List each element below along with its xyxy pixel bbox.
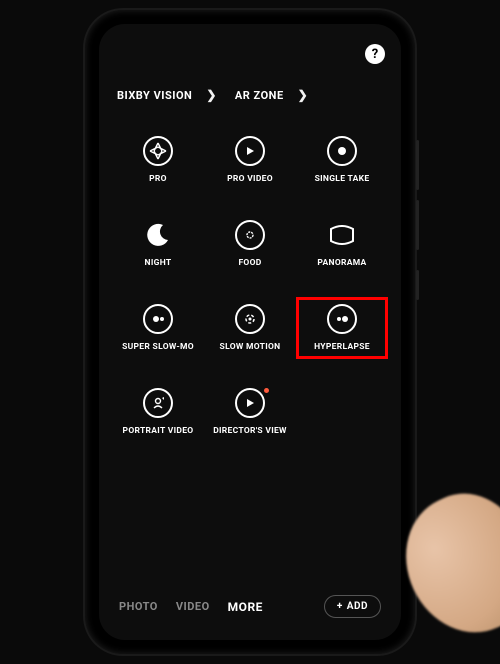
tab-photo[interactable]: PHOTO bbox=[119, 600, 158, 613]
portrait-video-icon bbox=[143, 388, 173, 418]
mode-label: HYPERLAPSE bbox=[314, 342, 370, 352]
mode-portrait-video[interactable]: PORTRAIT VIDEO bbox=[115, 384, 201, 440]
mode-label: PANORAMA bbox=[317, 258, 366, 268]
mode-label: PORTRAIT VIDEO bbox=[123, 426, 194, 436]
mode-label: SINGLE TAKE bbox=[315, 174, 370, 184]
mode-directors-view[interactable]: DIRECTOR'S VIEW bbox=[207, 384, 293, 440]
directors-view-icon bbox=[235, 388, 265, 418]
super-slow-mo-icon bbox=[143, 304, 173, 334]
slow-motion-icon bbox=[235, 304, 265, 334]
bixby-vision-label: BIXBY VISION bbox=[117, 89, 192, 102]
mode-food[interactable]: FOOD bbox=[207, 216, 293, 272]
power-button bbox=[416, 270, 419, 300]
mode-pro[interactable]: PRO bbox=[115, 132, 201, 188]
bixby-vision-button[interactable]: BIXBY VISION ❯ bbox=[117, 88, 217, 102]
mode-hyperlapse[interactable]: HYPERLAPSE bbox=[299, 300, 385, 356]
camera-more-screen: ? BIXBY VISION ❯ AR ZONE ❯ PRO bbox=[99, 24, 401, 640]
plus-icon: + bbox=[337, 601, 343, 612]
help-icon[interactable]: ? bbox=[365, 44, 385, 64]
mode-label: PRO bbox=[149, 174, 167, 184]
tab-more[interactable]: MORE bbox=[228, 600, 263, 614]
mode-grid: PRO PRO VIDEO SINGLE TAKE NIGHT bbox=[113, 132, 387, 440]
mode-slow-motion[interactable]: SLOW MOTION bbox=[207, 300, 293, 356]
chevron-right-icon: ❯ bbox=[298, 88, 309, 102]
volume-up-button bbox=[416, 140, 419, 190]
hyperlapse-icon bbox=[327, 304, 357, 334]
dot-icon bbox=[327, 136, 357, 166]
add-button[interactable]: + ADD bbox=[324, 595, 381, 618]
mode-label: PRO VIDEO bbox=[227, 174, 273, 184]
mode-label: NIGHT bbox=[145, 258, 172, 268]
food-icon bbox=[235, 220, 265, 250]
mode-label: FOOD bbox=[238, 258, 261, 268]
tab-video[interactable]: VIDEO bbox=[176, 600, 210, 613]
aperture-icon bbox=[143, 136, 173, 166]
mode-single-take[interactable]: SINGLE TAKE bbox=[299, 132, 385, 188]
new-indicator-dot bbox=[264, 388, 269, 393]
mode-panorama[interactable]: PANORAMA bbox=[299, 216, 385, 272]
phone-frame: ? BIXBY VISION ❯ AR ZONE ❯ PRO bbox=[85, 10, 415, 654]
mode-night[interactable]: NIGHT bbox=[115, 216, 201, 272]
top-feature-row: BIXBY VISION ❯ AR ZONE ❯ bbox=[113, 88, 387, 102]
bottom-mode-bar: PHOTO VIDEO MORE + ADD bbox=[113, 587, 387, 626]
mode-super-slow-mo[interactable]: SUPER SLOW-MO bbox=[115, 300, 201, 356]
mode-label: SUPER SLOW-MO bbox=[122, 342, 194, 352]
ar-zone-label: AR ZONE bbox=[235, 89, 284, 102]
mode-label: DIRECTOR'S VIEW bbox=[213, 426, 287, 436]
ar-zone-button[interactable]: AR ZONE ❯ bbox=[235, 88, 308, 102]
mode-pro-video[interactable]: PRO VIDEO bbox=[207, 132, 293, 188]
play-icon bbox=[235, 136, 265, 166]
panorama-icon bbox=[327, 220, 357, 250]
moon-icon bbox=[143, 220, 173, 250]
volume-down-button bbox=[416, 200, 419, 250]
mode-label: SLOW MOTION bbox=[220, 342, 281, 352]
chevron-right-icon: ❯ bbox=[206, 88, 217, 102]
add-label: ADD bbox=[347, 601, 368, 612]
